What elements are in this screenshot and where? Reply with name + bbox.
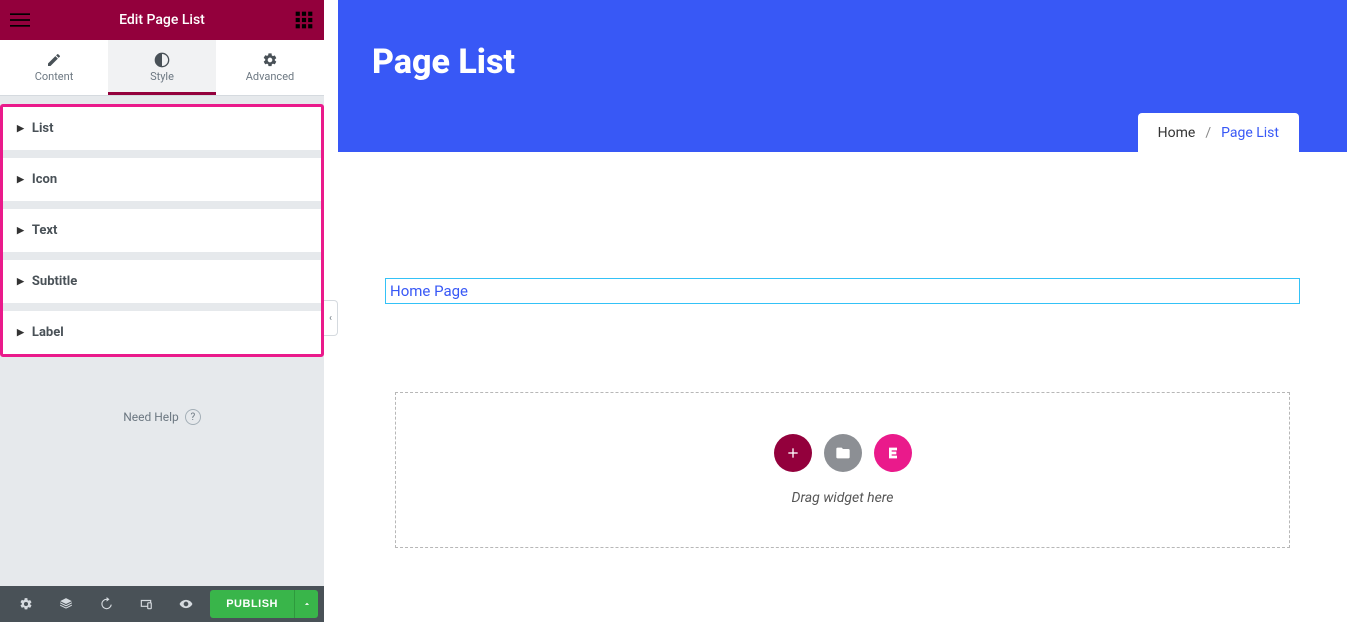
breadcrumb-current: Page List	[1221, 125, 1279, 141]
section-label: Label	[32, 325, 64, 340]
folder-icon	[835, 445, 851, 461]
caret-right-icon: ▶	[17, 175, 24, 185]
sidebar-tabs: Content Style Advanced	[0, 40, 324, 96]
section-icon[interactable]: ▶ Icon	[3, 158, 321, 201]
question-icon: ?	[185, 409, 201, 425]
page-hero: Page List Home / Page List	[338, 0, 1347, 152]
history-button[interactable]	[86, 586, 126, 622]
widgets-grid-icon[interactable]	[294, 10, 314, 30]
section-label: List	[32, 121, 54, 136]
tab-style[interactable]: Style	[108, 40, 216, 95]
caret-right-icon: ▶	[17, 328, 24, 338]
tab-label: Content	[35, 70, 74, 83]
selected-widget[interactable]: Home Page	[385, 278, 1300, 304]
gear-icon	[262, 52, 278, 68]
elementskit-button[interactable]	[874, 434, 912, 472]
section-label: Text	[32, 223, 58, 238]
breadcrumb-separator: /	[1205, 125, 1211, 141]
plus-icon	[785, 445, 801, 461]
need-help-text: Need Help	[123, 410, 179, 424]
dropzone-hint: Drag widget here	[792, 490, 894, 506]
tab-label: Style	[150, 70, 174, 83]
menu-icon[interactable]	[10, 10, 30, 30]
sidebar-header: Edit Page List	[0, 0, 324, 40]
widget-text: Home Page	[390, 282, 468, 300]
caret-up-icon	[302, 599, 312, 609]
breadcrumb-home[interactable]: Home	[1158, 125, 1196, 141]
chevron-left-icon: ‹	[329, 313, 332, 324]
ek-icon	[885, 445, 901, 461]
settings-button[interactable]	[6, 586, 46, 622]
pencil-icon	[46, 52, 62, 68]
add-template-button[interactable]	[824, 434, 862, 472]
sidebar-title: Edit Page List	[30, 12, 294, 28]
navigator-button[interactable]	[46, 586, 86, 622]
caret-right-icon: ▶	[17, 226, 24, 236]
publish-button[interactable]: PUBLISH	[210, 590, 294, 618]
empty-section-dropzone[interactable]: Drag widget here	[395, 392, 1290, 548]
section-label: Subtitle	[32, 274, 77, 289]
need-help-link[interactable]: Need Help ?	[0, 409, 324, 425]
devices-icon	[139, 597, 153, 611]
tab-label: Advanced	[246, 70, 294, 83]
sidebar-footer: PUBLISH	[0, 586, 324, 622]
section-subtitle[interactable]: ▶ Subtitle	[3, 260, 321, 303]
dropzone-actions	[774, 434, 912, 472]
section-text[interactable]: ▶ Text	[3, 209, 321, 252]
responsive-button[interactable]	[126, 586, 166, 622]
publish-options-button[interactable]	[294, 590, 318, 618]
preview-button[interactable]	[166, 586, 206, 622]
section-label: Icon	[32, 172, 57, 187]
caret-right-icon: ▶	[17, 277, 24, 287]
collapse-sidebar-handle[interactable]: ‹	[324, 300, 338, 336]
gear-icon	[19, 597, 33, 611]
tab-advanced[interactable]: Advanced	[216, 40, 324, 95]
breadcrumb: Home / Page List	[1138, 113, 1299, 153]
contrast-icon	[154, 52, 170, 68]
eye-icon	[179, 597, 193, 611]
section-list[interactable]: ▶ List	[3, 107, 321, 150]
history-icon	[99, 597, 113, 611]
preview-canvas: Page List Home / Page List Home Page Dra…	[338, 0, 1347, 622]
page-title: Page List	[372, 0, 1347, 82]
add-section-button[interactable]	[774, 434, 812, 472]
section-label[interactable]: ▶ Label	[3, 311, 321, 354]
editor-sidebar: Edit Page List Content Style Advanced ▶ …	[0, 0, 324, 622]
caret-right-icon: ▶	[17, 124, 24, 134]
style-sections-highlight: ▶ List ▶ Icon ▶ Text ▶ Subtitle ▶ Label	[0, 104, 324, 357]
tab-content[interactable]: Content	[0, 40, 108, 95]
layers-icon	[59, 597, 73, 611]
